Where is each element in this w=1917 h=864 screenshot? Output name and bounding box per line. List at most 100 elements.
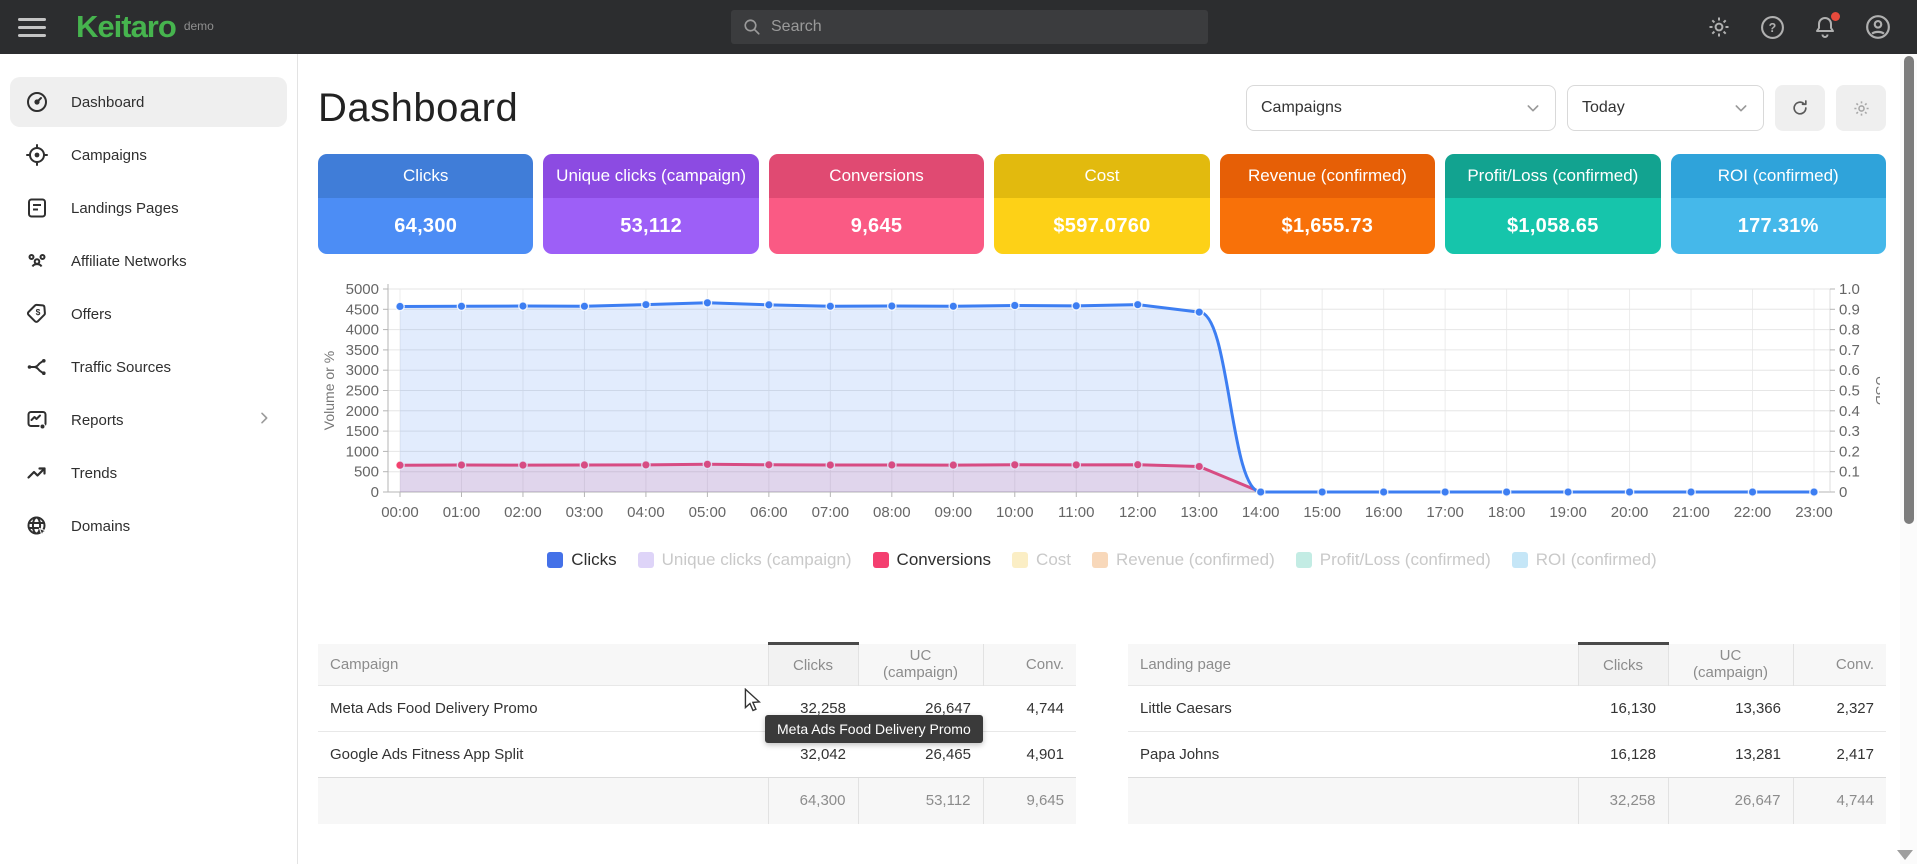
legend-swatch bbox=[1512, 552, 1528, 568]
svg-text:0.8: 0.8 bbox=[1839, 322, 1860, 339]
landing-pages-table: Landing page Clicks UC (campaign) Conv. … bbox=[1128, 642, 1886, 824]
legend-label: Profit/Loss (confirmed) bbox=[1320, 550, 1491, 570]
legend-swatch bbox=[638, 552, 654, 568]
svg-text:4000: 4000 bbox=[346, 322, 379, 339]
campaign-name[interactable]: Meta Ads Food Delivery Promo bbox=[318, 686, 768, 732]
column-header-clicks[interactable]: Clicks bbox=[768, 644, 858, 686]
column-header-clicks[interactable]: Clicks bbox=[1578, 644, 1668, 686]
svg-text:?: ? bbox=[1768, 21, 1776, 35]
topbar: Keitarodemo ? bbox=[0, 0, 1917, 54]
metric-label: Revenue (confirmed) bbox=[1220, 154, 1435, 198]
column-header-conv[interactable]: Conv. bbox=[1793, 644, 1886, 686]
sidebar-item-affiliate-networks[interactable]: Affiliate Networks bbox=[10, 236, 287, 286]
metric-value: 177.31% bbox=[1671, 198, 1886, 254]
date-range-select[interactable]: Today bbox=[1567, 85, 1764, 131]
table-row[interactable]: Papa Johns 16,128 13,281 2,417 bbox=[1128, 732, 1886, 778]
metric-value: 53,112 bbox=[543, 198, 758, 254]
landing-page-name[interactable]: Little Caesars bbox=[1128, 686, 1578, 732]
column-header-uc[interactable]: UC (campaign) bbox=[1668, 644, 1793, 686]
notification-badge bbox=[1831, 12, 1840, 21]
landings-pages-icon bbox=[25, 196, 49, 220]
svg-text:15:00: 15:00 bbox=[1303, 504, 1341, 521]
global-search[interactable] bbox=[731, 10, 1208, 44]
metric-card-profit-loss[interactable]: Profit/Loss (confirmed) $1,058.65 bbox=[1445, 154, 1660, 254]
legend-label: Cost bbox=[1036, 550, 1071, 570]
dashboard-settings-button[interactable] bbox=[1836, 85, 1886, 131]
metric-value: $1,058.65 bbox=[1445, 198, 1660, 254]
svg-text:01:00: 01:00 bbox=[443, 504, 481, 521]
domains-icon bbox=[25, 514, 49, 538]
svg-text:09:00: 09:00 bbox=[935, 504, 973, 521]
legend-label: Conversions bbox=[897, 550, 992, 570]
legend-item-profit-loss[interactable]: Profit/Loss (confirmed) bbox=[1296, 550, 1491, 570]
sidebar-item-campaigns[interactable]: Campaigns bbox=[10, 130, 287, 180]
svg-text:1.0: 1.0 bbox=[1839, 281, 1860, 298]
svg-text:17:00: 17:00 bbox=[1426, 504, 1464, 521]
settings-gear-icon[interactable] bbox=[1706, 14, 1732, 40]
metric-card-conversions[interactable]: Conversions 9,645 bbox=[769, 154, 984, 254]
svg-text:07:00: 07:00 bbox=[812, 504, 850, 521]
legend-item-revenue[interactable]: Revenue (confirmed) bbox=[1092, 550, 1275, 570]
sidebar-item-reports[interactable]: Reports bbox=[10, 395, 287, 445]
legend-swatch bbox=[1296, 552, 1312, 568]
metric-card-unique-clicks[interactable]: Unique clicks (campaign) 53,112 bbox=[543, 154, 758, 254]
sidebar-item-trends[interactable]: Trends bbox=[10, 448, 287, 498]
legend-item-unique-clicks[interactable]: Unique clicks (campaign) bbox=[638, 550, 852, 570]
svg-text:3000: 3000 bbox=[346, 362, 379, 379]
scrollbar-thumb[interactable] bbox=[1904, 56, 1914, 524]
sidebar-item-landings-pages[interactable]: Landings Pages bbox=[10, 183, 287, 233]
metric-card-cost[interactable]: Cost $597.0760 bbox=[994, 154, 1209, 254]
svg-text:1500: 1500 bbox=[346, 423, 379, 440]
legend-item-conversions[interactable]: Conversions bbox=[873, 550, 992, 570]
svg-text:0.9: 0.9 bbox=[1839, 301, 1860, 318]
column-header-uc[interactable]: UC (campaign) bbox=[858, 644, 983, 686]
svg-text:20:00: 20:00 bbox=[1611, 504, 1649, 521]
totals-conv: 9,645 bbox=[983, 778, 1076, 824]
page-scrollbar[interactable] bbox=[1900, 54, 1917, 864]
sidebar-item-dashboard[interactable]: Dashboard bbox=[10, 77, 287, 127]
campaign-name[interactable]: Google Ads Fitness App Split bbox=[318, 732, 768, 778]
metric-card-roi[interactable]: ROI (confirmed) 177.31% bbox=[1671, 154, 1886, 254]
table-totals-row: 32,258 26,647 4,744 bbox=[1128, 778, 1886, 824]
metric-value: $1,655.73 bbox=[1220, 198, 1435, 254]
metric-label: Profit/Loss (confirmed) bbox=[1445, 154, 1660, 198]
svg-text:03:00: 03:00 bbox=[566, 504, 604, 521]
grouping-select[interactable]: Campaigns bbox=[1246, 85, 1556, 131]
legend-item-roi[interactable]: ROI (confirmed) bbox=[1512, 550, 1657, 570]
sidebar-item-traffic-sources[interactable]: Traffic Sources bbox=[10, 342, 287, 392]
refresh-button[interactable] bbox=[1775, 85, 1825, 131]
scroll-down-icon[interactable] bbox=[1897, 850, 1913, 860]
brand-logo[interactable]: Keitarodemo bbox=[76, 9, 214, 45]
sidebar-item-offers[interactable]: $ Offers bbox=[10, 289, 287, 339]
legend-swatch bbox=[873, 552, 889, 568]
page-title: Dashboard bbox=[318, 86, 518, 131]
table-totals-row: 64,300 53,112 9,645 bbox=[318, 778, 1076, 824]
svg-text:0.2: 0.2 bbox=[1839, 443, 1860, 460]
account-icon[interactable] bbox=[1865, 14, 1891, 40]
metric-label: Clicks bbox=[318, 154, 533, 198]
uc-cell: 13,366 bbox=[1668, 686, 1793, 732]
column-header-campaign[interactable]: Campaign bbox=[318, 644, 768, 686]
svg-text:11:00: 11:00 bbox=[1058, 504, 1094, 521]
sidebar-item-domains[interactable]: Domains bbox=[10, 501, 287, 551]
help-icon[interactable]: ? bbox=[1759, 14, 1785, 40]
legend-item-cost[interactable]: Cost bbox=[1012, 550, 1071, 570]
metric-card-revenue[interactable]: Revenue (confirmed) $1,655.73 bbox=[1220, 154, 1435, 254]
legend-label: ROI (confirmed) bbox=[1536, 550, 1657, 570]
landing-page-name[interactable]: Papa Johns bbox=[1128, 732, 1578, 778]
metric-card-clicks[interactable]: Clicks 64,300 bbox=[318, 154, 533, 254]
totals-label bbox=[1128, 778, 1578, 824]
svg-text:21:00: 21:00 bbox=[1672, 504, 1710, 521]
column-header-conv[interactable]: Conv. bbox=[983, 644, 1076, 686]
svg-text:0.4: 0.4 bbox=[1839, 403, 1860, 420]
search-input[interactable] bbox=[771, 18, 1171, 36]
chevron-down-icon bbox=[1525, 100, 1541, 116]
hamburger-menu-icon[interactable] bbox=[18, 13, 46, 42]
svg-text:2000: 2000 bbox=[346, 403, 379, 420]
table-row[interactable]: Little Caesars 16,130 13,366 2,327 bbox=[1128, 686, 1886, 732]
svg-text:2500: 2500 bbox=[346, 383, 379, 400]
notifications-bell-icon[interactable] bbox=[1812, 14, 1838, 40]
metric-cards: Clicks 64,300 Unique clicks (campaign) 5… bbox=[318, 154, 1886, 254]
column-header-landing-page[interactable]: Landing page bbox=[1128, 644, 1578, 686]
legend-item-clicks[interactable]: Clicks bbox=[547, 550, 616, 570]
